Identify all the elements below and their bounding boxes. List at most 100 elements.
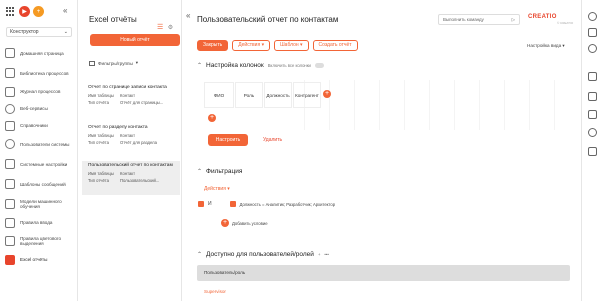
column-cell[interactable]: Роль (235, 82, 263, 108)
filter-icon (89, 60, 95, 66)
filter-section-title: Фильтрация (206, 168, 243, 175)
add-condition[interactable]: + Добавить условие (221, 219, 268, 227)
sidebar-item-lookups[interactable]: Справочники (0, 118, 78, 133)
sidebar-item-label: Шаблоны сообщений (20, 181, 66, 187)
play-icon[interactable]: ▶ (19, 6, 30, 17)
create-report-button[interactable]: Создать отчёт (312, 40, 358, 51)
add-column-icon[interactable]: + (323, 90, 331, 98)
ml-models-icon (5, 199, 15, 209)
sidebar-item-ml-models[interactable]: Модели машинного обучения (0, 195, 78, 213)
add-permission-icon[interactable]: + (318, 252, 320, 257)
filters-label: Фильтры/группы (98, 60, 133, 66)
bell-icon[interactable] (588, 128, 597, 137)
add-row-icon[interactable]: + (208, 114, 216, 122)
column-cell[interactable]: Контрагент (293, 82, 321, 108)
chat-icon[interactable] (588, 110, 597, 119)
filter-section-header[interactable]: ⌃ Фильтрация (197, 168, 242, 175)
globe-icon (5, 103, 15, 114)
brand-caption: © CREATIO (557, 21, 574, 25)
workspace-select[interactable]: Конструктор ⌄ (6, 27, 72, 37)
email-icon[interactable] (588, 72, 597, 81)
sidebar-item-label: Журнал процессов (20, 89, 61, 94)
sidebar-item-label: Справочники (20, 123, 48, 128)
filters-groups[interactable]: Фильтры/группы ▾ (89, 60, 138, 66)
app-window: ▶ + « Конструктор ⌄ Домашняя страница Би… (0, 0, 603, 301)
permission-row[interactable]: Supervisor (204, 289, 226, 294)
report-card[interactable]: Отчет по разделу контакта Имя таблицы Кон… (82, 123, 180, 149)
profile-icon[interactable] (588, 12, 597, 21)
template-button[interactable]: Шаблон ▾ (274, 40, 309, 51)
sidebar-item-users[interactable]: Пользователи системы (0, 135, 78, 153)
permissions-section-header[interactable]: ⌃ Доступно для пользователей/ролей + ••• (197, 251, 329, 258)
include-all-label: Включить все колонки (267, 63, 311, 68)
gear-icon[interactable] (588, 28, 597, 37)
delete-link[interactable]: Удалить (263, 137, 282, 143)
report-card-selected[interactable]: Пользовательский отчет по контактам Имя … (82, 161, 180, 195)
sidebar-item-process-library[interactable]: Библиотека процессов (0, 64, 78, 82)
report-card-title: Отчет по странице записи контакта (88, 85, 167, 90)
sidebar-item-label: Модели машинного обучения (20, 199, 62, 209)
sidebar-item-color-rules[interactable]: Правила цветового выделения (0, 232, 78, 250)
checkbox-checked[interactable] (198, 201, 204, 207)
card-value: Отчёт для раздела (120, 140, 157, 145)
condition-checkbox[interactable] (229, 201, 236, 207)
app-menu-icon[interactable] (6, 6, 16, 17)
chevron-up-icon: ⌃ (197, 169, 203, 175)
column-cell[interactable]: Должность (264, 82, 292, 108)
list-tools: ☰ ⚙ (157, 16, 173, 34)
chevron-up-icon: ⌃ (197, 63, 203, 69)
card-value: Контакт (120, 133, 136, 138)
card-value: Контакт (120, 171, 136, 176)
sidebar-item-system-settings[interactable]: Системные настройки (0, 155, 78, 173)
actions-label: Действия (238, 42, 261, 48)
permissions-section-title: Доступно для пользователей/ролей (206, 251, 314, 258)
sidebar-item-label: Домашняя страница (20, 50, 64, 56)
report-card[interactable]: Отчет по странице записи контакта Имя та… (82, 83, 180, 109)
sidebar-item-excel-reports[interactable]: Excel отчёты (0, 252, 78, 267)
columns-section-header[interactable]: ⌃ Настройка колонок Включить все колонки (197, 62, 324, 69)
toolbar: Закрыть Действия ▾ Шаблон ▾ Создать отчё… (197, 40, 358, 51)
report-card-title: Отчет по разделу контакта (88, 125, 148, 130)
view-settings-menu[interactable]: Настройка вида ▾ (527, 43, 565, 49)
workspace-label: Конструктор (10, 29, 39, 35)
sidebar-item-message-templates[interactable]: Шаблоны сообщений (0, 175, 78, 193)
card-key: Тип отчёта (88, 100, 110, 105)
sidebar-item-home[interactable]: Домашняя страница (0, 44, 78, 62)
close-button[interactable]: Закрыть (197, 40, 229, 51)
filter-condition-text[interactable]: Должность = Аналитик; Разработчик; Архит… (240, 202, 335, 207)
sidebar-item-process-log[interactable]: Журнал процессов (0, 84, 78, 99)
collapse-sidebar-icon[interactable]: « (63, 6, 67, 15)
sidebar-nav: Домашняя страница Библиотека процессов Ж… (0, 44, 78, 269)
include-all-toggle[interactable] (314, 63, 324, 68)
help-icon[interactable] (588, 44, 597, 53)
collapse-list-icon[interactable]: « (186, 11, 190, 20)
sidebar-item-label: Системные настройки (20, 161, 68, 167)
sidebar-item-label: Правила цветового выделения (20, 236, 62, 246)
logic-operator[interactable]: И (208, 201, 212, 207)
filter-actions-menu[interactable]: Действия ▾ (204, 186, 230, 192)
settings-icon[interactable]: ⚙ (168, 25, 173, 31)
columns-grid: ФИО Роль Должность Контрагент + + (204, 80, 576, 130)
new-report-button[interactable]: Новый отчёт (90, 34, 180, 46)
configure-button[interactable]: Настроить (208, 134, 248, 146)
feed-icon[interactable] (588, 92, 597, 101)
more-icon[interactable]: ••• (324, 252, 328, 257)
brand-logo: CREATIO (528, 14, 557, 20)
column-cell[interactable]: ФИО (204, 82, 234, 108)
chevron-up-icon: ⌃ (197, 252, 203, 258)
page-title: Пользовательский отчет по контактам (197, 15, 339, 24)
sidebar-item-label: Excel отчёты (20, 257, 48, 262)
input-rules-icon (5, 217, 15, 228)
command-input[interactable]: Выполнить команду ▷ (438, 14, 520, 25)
run-icon[interactable]: ▷ (512, 17, 515, 23)
sidebar-item-input-rules[interactable]: Правила ввода (0, 215, 78, 230)
users-icon (5, 139, 15, 149)
sidebar-item-label: Веб-сервисы (20, 106, 48, 111)
tasks-icon[interactable] (588, 147, 597, 156)
permissions-table-header: Пользователь/роль (197, 265, 570, 281)
actions-button[interactable]: Действия ▾ (232, 40, 271, 51)
list-view-icon[interactable]: ☰ (157, 24, 163, 31)
plus-icon[interactable]: + (33, 6, 44, 17)
lookups-icon (5, 120, 15, 131)
sidebar-item-web-services[interactable]: Веб-сервисы (0, 101, 78, 116)
